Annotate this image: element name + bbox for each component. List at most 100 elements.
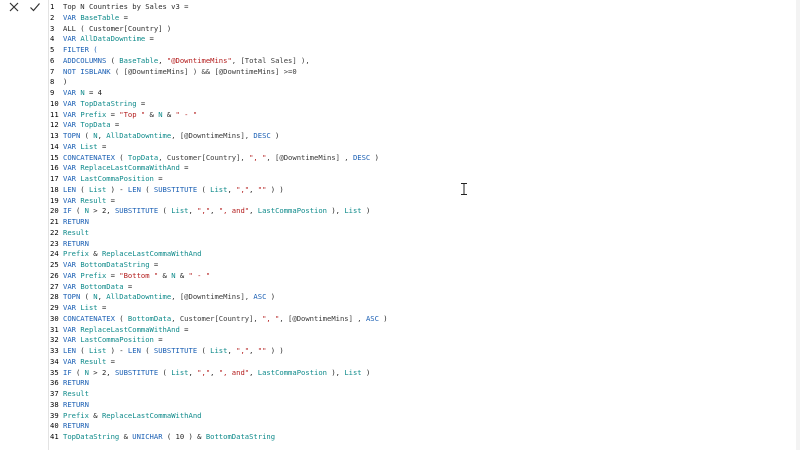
code-line[interactable]: 31 VAR ReplaceLastCommaWithAnd = — [49, 325, 388, 336]
code-token: BaseTable — [80, 12, 120, 22]
code-line[interactable]: 5 FILTER ( — [49, 45, 388, 56]
code-token: ( — [114, 152, 128, 162]
code-line[interactable]: 26 VAR Prefix = "Bottom " & N & " - " — [49, 271, 388, 282]
code-line[interactable]: 24 Prefix & ReplaceLastCommaWithAnd — [49, 249, 388, 260]
code-line[interactable]: 17 VAR LastCommaPosition = — [49, 174, 388, 185]
line-number: 21 — [50, 217, 59, 226]
code-token: VAR — [63, 324, 81, 334]
formula-bar-toolbar — [0, 0, 48, 450]
code-line[interactable]: 19 VAR Result = — [49, 196, 388, 207]
line-number: 14 — [50, 141, 59, 151]
code-line[interactable]: 4 VAR AllDataDowntime = — [49, 34, 388, 45]
code-token: , [@DowntimeMins], — [171, 131, 254, 140]
code-token: Top N Countries by Sales v3 = — [63, 2, 189, 11]
code-line[interactable]: 2 VAR BaseTable = — [49, 13, 388, 24]
dax-formula-editor[interactable]: 1 Top N Countries by Sales v3 = 2 VAR BaseT… — [49, 0, 796, 450]
code-token: , — [158, 55, 167, 65]
line-number: 9 — [50, 88, 55, 97]
commit-button[interactable] — [25, 0, 45, 14]
code-token: RETURN — [63, 217, 89, 226]
code-token: AllDataDowntime — [106, 292, 172, 302]
code-line[interactable]: 13 TOPN ( N, AllDataDowntime, [@DowntimeM… — [49, 131, 388, 142]
code-token: & — [162, 109, 176, 119]
code-line[interactable]: 37 Result — [49, 389, 388, 400]
code-line[interactable]: 38 RETURN — [49, 400, 388, 411]
code-line[interactable]: 22 Result — [49, 228, 388, 239]
line-number: 3 — [50, 23, 55, 33]
code-token: , — [249, 346, 258, 355]
code-line[interactable]: 15 CONCATENATEX ( TopData, Customer[Count… — [49, 153, 388, 164]
code-line[interactable]: 29 VAR List = — [49, 303, 388, 314]
code-token: BottomDataString — [80, 260, 150, 269]
code-line[interactable]: 18 LEN ( List ) - LEN ( SUBSTITUTE ( List… — [49, 185, 388, 196]
code-token: , [@DowntimeMins] , — [266, 152, 353, 162]
code-token: ) — [370, 152, 379, 162]
code-line[interactable]: 10 VAR TopDataString = — [49, 99, 388, 110]
code-line[interactable]: 20 IF ( N > 2, SUBSTITUTE ( List, ",", ",… — [49, 206, 388, 217]
code-token: Result — [80, 195, 107, 205]
code-line[interactable]: 7 NOT ISBLANK ( [@DowntimeMins] ) && [@Do… — [49, 67, 388, 78]
code-token: ASC — [365, 313, 379, 323]
code-line[interactable]: 28 TOPN ( N, AllDataDowntime, [@DowntimeM… — [49, 292, 388, 303]
code-token: List — [344, 367, 362, 377]
code-token: SUBSTITUTE — [153, 346, 198, 355]
code-line[interactable]: 9 VAR N = 4 — [49, 88, 388, 99]
line-number: 34 — [50, 356, 59, 366]
code-line[interactable]: 36 RETURN — [49, 378, 388, 389]
line-number: 41 — [50, 432, 59, 441]
code-line[interactable]: 21 RETURN — [49, 217, 388, 228]
code-line[interactable]: 39 Prefix & ReplaceLastCommaWithAnd — [49, 411, 388, 422]
code-line[interactable]: 1 Top N Countries by Sales v3 = — [49, 2, 388, 13]
code-line[interactable]: 40 RETURN — [49, 421, 388, 432]
code-text: VAR Result = — [63, 196, 115, 207]
close-icon — [9, 2, 19, 12]
line-number: 15 — [50, 152, 59, 162]
code-line[interactable]: 41 TopDataString & UNICHAR ( 10 ) & Botto… — [49, 432, 388, 443]
code-text: VAR BottomDataString = — [63, 260, 158, 271]
code-line[interactable]: 8) — [49, 77, 388, 88]
line-number: 23 — [50, 238, 59, 248]
code-token: , [@DowntimeMins], — [171, 292, 254, 302]
code-token: List — [88, 346, 107, 355]
code-token: LastCommaPostion — [257, 367, 328, 377]
code-line[interactable]: 30 CONCATENATEX ( BottomData, Customer[Co… — [49, 314, 388, 325]
code-token: = — [123, 281, 133, 291]
code-line[interactable]: 16 VAR ReplaceLastCommaWithAnd = — [49, 163, 388, 174]
code-text: LEN ( List ) - LEN ( SUBSTITUTE ( List, … — [63, 185, 284, 196]
code-line[interactable]: 23 RETURN — [49, 239, 388, 250]
code-token: = — [106, 270, 120, 280]
code-line[interactable]: 32 VAR LastCommaPosition = — [49, 335, 388, 346]
code-text: VAR Prefix = "Bottom " & N & " - " — [63, 271, 210, 282]
code-line[interactable]: 11 VAR Prefix = "Top " & N & " - " — [49, 110, 388, 121]
code-line[interactable]: 25 VAR BottomDataString = — [49, 260, 388, 271]
code-line[interactable]: 35 IF ( N > 2, SUBSTITUTE ( List, ",", ",… — [49, 368, 388, 379]
vertical-scrollbar[interactable] — [796, 0, 800, 450]
code-line[interactable]: 27 VAR BottomData = — [49, 282, 388, 293]
line-number: 7 — [50, 66, 55, 76]
code-token: "," — [197, 206, 211, 216]
code-line[interactable]: 34 VAR Result = — [49, 357, 388, 368]
code-token: , — [188, 367, 198, 377]
code-text: VAR TopDataString = — [63, 99, 145, 110]
code-line[interactable]: 3 ALL ( Customer[Country] ) — [49, 24, 388, 35]
code-token: VAR — [63, 174, 81, 183]
code-line[interactable]: 12 VAR TopData = — [49, 120, 388, 131]
code-line[interactable]: 14 VAR List = — [49, 142, 388, 153]
code-token: "Top " — [119, 109, 146, 119]
code-token: List — [210, 346, 228, 355]
code-token: TOPN — [63, 292, 81, 302]
code-text: IF ( N > 2, SUBSTITUTE ( List, ",", ", a… — [63, 206, 370, 217]
code-token: ALL ( Customer[Country] ) — [63, 23, 172, 33]
line-number: 12 — [50, 120, 59, 130]
code-token: TopDataString — [63, 432, 120, 441]
code-token: IF — [63, 206, 72, 216]
code-token: & — [175, 270, 189, 280]
line-number: 25 — [50, 260, 59, 269]
code-line[interactable]: 6 ADDCOLUMNS ( BaseTable, "@DowntimeMins"… — [49, 56, 388, 67]
code-line[interactable]: 33 LEN ( List ) - LEN ( SUBSTITUTE ( List… — [49, 346, 388, 357]
code-token: = 4 — [84, 88, 102, 97]
code-token: VAR — [63, 109, 81, 119]
code-token: ), — [327, 206, 345, 216]
cancel-button[interactable] — [4, 0, 24, 14]
code-token: VAR — [63, 260, 81, 269]
